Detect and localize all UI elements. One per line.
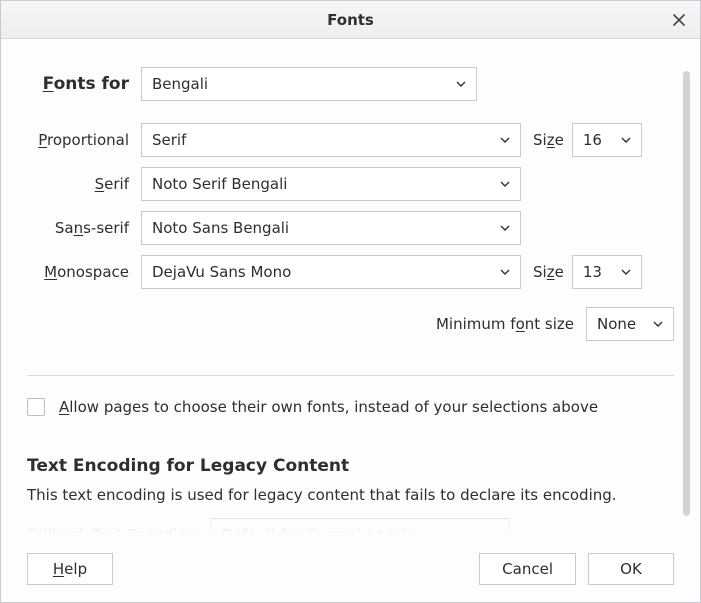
proportional-label: Proportional	[27, 131, 141, 149]
allow-pages-row: Allow pages to choose their own fonts, i…	[27, 398, 674, 416]
chevron-down-icon	[621, 269, 631, 275]
monospace-dropdown[interactable]: DejaVu Sans Mono	[141, 255, 521, 289]
fonts-dialog: Fonts Fonts for Bengali Proportional Ser…	[0, 0, 701, 603]
fallback-encoding-dropdown[interactable]: Default for Current Locale	[210, 518, 510, 534]
proportional-dropdown[interactable]: Serif	[141, 123, 521, 157]
serif-value: Noto Serif Bengali	[152, 175, 510, 193]
proportional-value: Serif	[152, 131, 510, 149]
scrollbar-thumb[interactable]	[683, 71, 690, 516]
chevron-down-icon	[653, 321, 663, 327]
monospace-row: Monospace DejaVu Sans Mono Size 13	[27, 255, 674, 289]
serif-dropdown[interactable]: Noto Serif Bengali	[141, 167, 521, 201]
chevron-down-icon	[500, 269, 510, 275]
ok-button[interactable]: OK	[588, 553, 674, 585]
encoding-heading: Text Encoding for Legacy Content	[27, 456, 674, 476]
monospace-size-label: Size	[533, 263, 564, 281]
titlebar: Fonts	[1, 1, 700, 39]
close-button[interactable]	[668, 9, 690, 31]
chevron-down-icon	[456, 81, 466, 87]
allow-pages-checkbox[interactable]	[27, 398, 45, 416]
proportional-size-label: Size	[533, 131, 564, 149]
cancel-button[interactable]: Cancel	[479, 553, 576, 585]
sans-serif-dropdown[interactable]: Noto Sans Bengali	[141, 211, 521, 245]
monospace-label: Monospace	[27, 263, 141, 281]
chevron-down-icon	[500, 181, 510, 187]
window-title: Fonts	[327, 11, 374, 29]
min-font-size-dropdown[interactable]: None	[586, 307, 674, 341]
sans-serif-row: Sans-serif Noto Sans Bengali	[27, 211, 674, 245]
min-font-size-label: Minimum font size	[436, 315, 574, 333]
fonts-for-label: Fonts for	[27, 74, 141, 94]
chevron-down-icon	[500, 137, 510, 143]
fallback-encoding-value: Default for Current Locale	[221, 526, 499, 534]
sans-serif-label: Sans-serif	[27, 219, 141, 237]
fonts-for-row: Fonts for Bengali	[27, 67, 674, 101]
chevron-down-icon	[500, 225, 510, 231]
scroll-area: Fonts for Bengali Proportional Serif Siz…	[27, 67, 674, 534]
min-font-size-row: Minimum font size None	[27, 307, 674, 341]
proportional-row: Proportional Serif Size 16	[27, 123, 674, 157]
monospace-size-dropdown[interactable]: 13	[572, 255, 642, 289]
allow-pages-label: Allow pages to choose their own fonts, i…	[59, 398, 598, 416]
help-button[interactable]: Help	[27, 553, 113, 585]
monospace-value: DejaVu Sans Mono	[152, 263, 510, 281]
fonts-for-dropdown[interactable]: Bengali	[141, 67, 477, 101]
proportional-size-dropdown[interactable]: 16	[572, 123, 642, 157]
encoding-description: This text encoding is used for legacy co…	[27, 486, 674, 504]
dialog-footer: Help Cancel OK	[1, 534, 700, 602]
fallback-encoding-row: Fallback Text Encoding Default for Curre…	[27, 518, 674, 534]
fallback-encoding-label: Fallback Text Encoding	[27, 526, 196, 534]
fonts-for-value: Bengali	[152, 75, 466, 93]
close-icon	[673, 14, 685, 26]
serif-row: Serif Noto Serif Bengali	[27, 167, 674, 201]
serif-label: Serif	[27, 175, 141, 193]
separator	[27, 375, 674, 376]
chevron-down-icon	[621, 137, 631, 143]
sans-serif-value: Noto Sans Bengali	[152, 219, 510, 237]
dialog-body: Fonts for Bengali Proportional Serif Siz…	[1, 39, 700, 602]
